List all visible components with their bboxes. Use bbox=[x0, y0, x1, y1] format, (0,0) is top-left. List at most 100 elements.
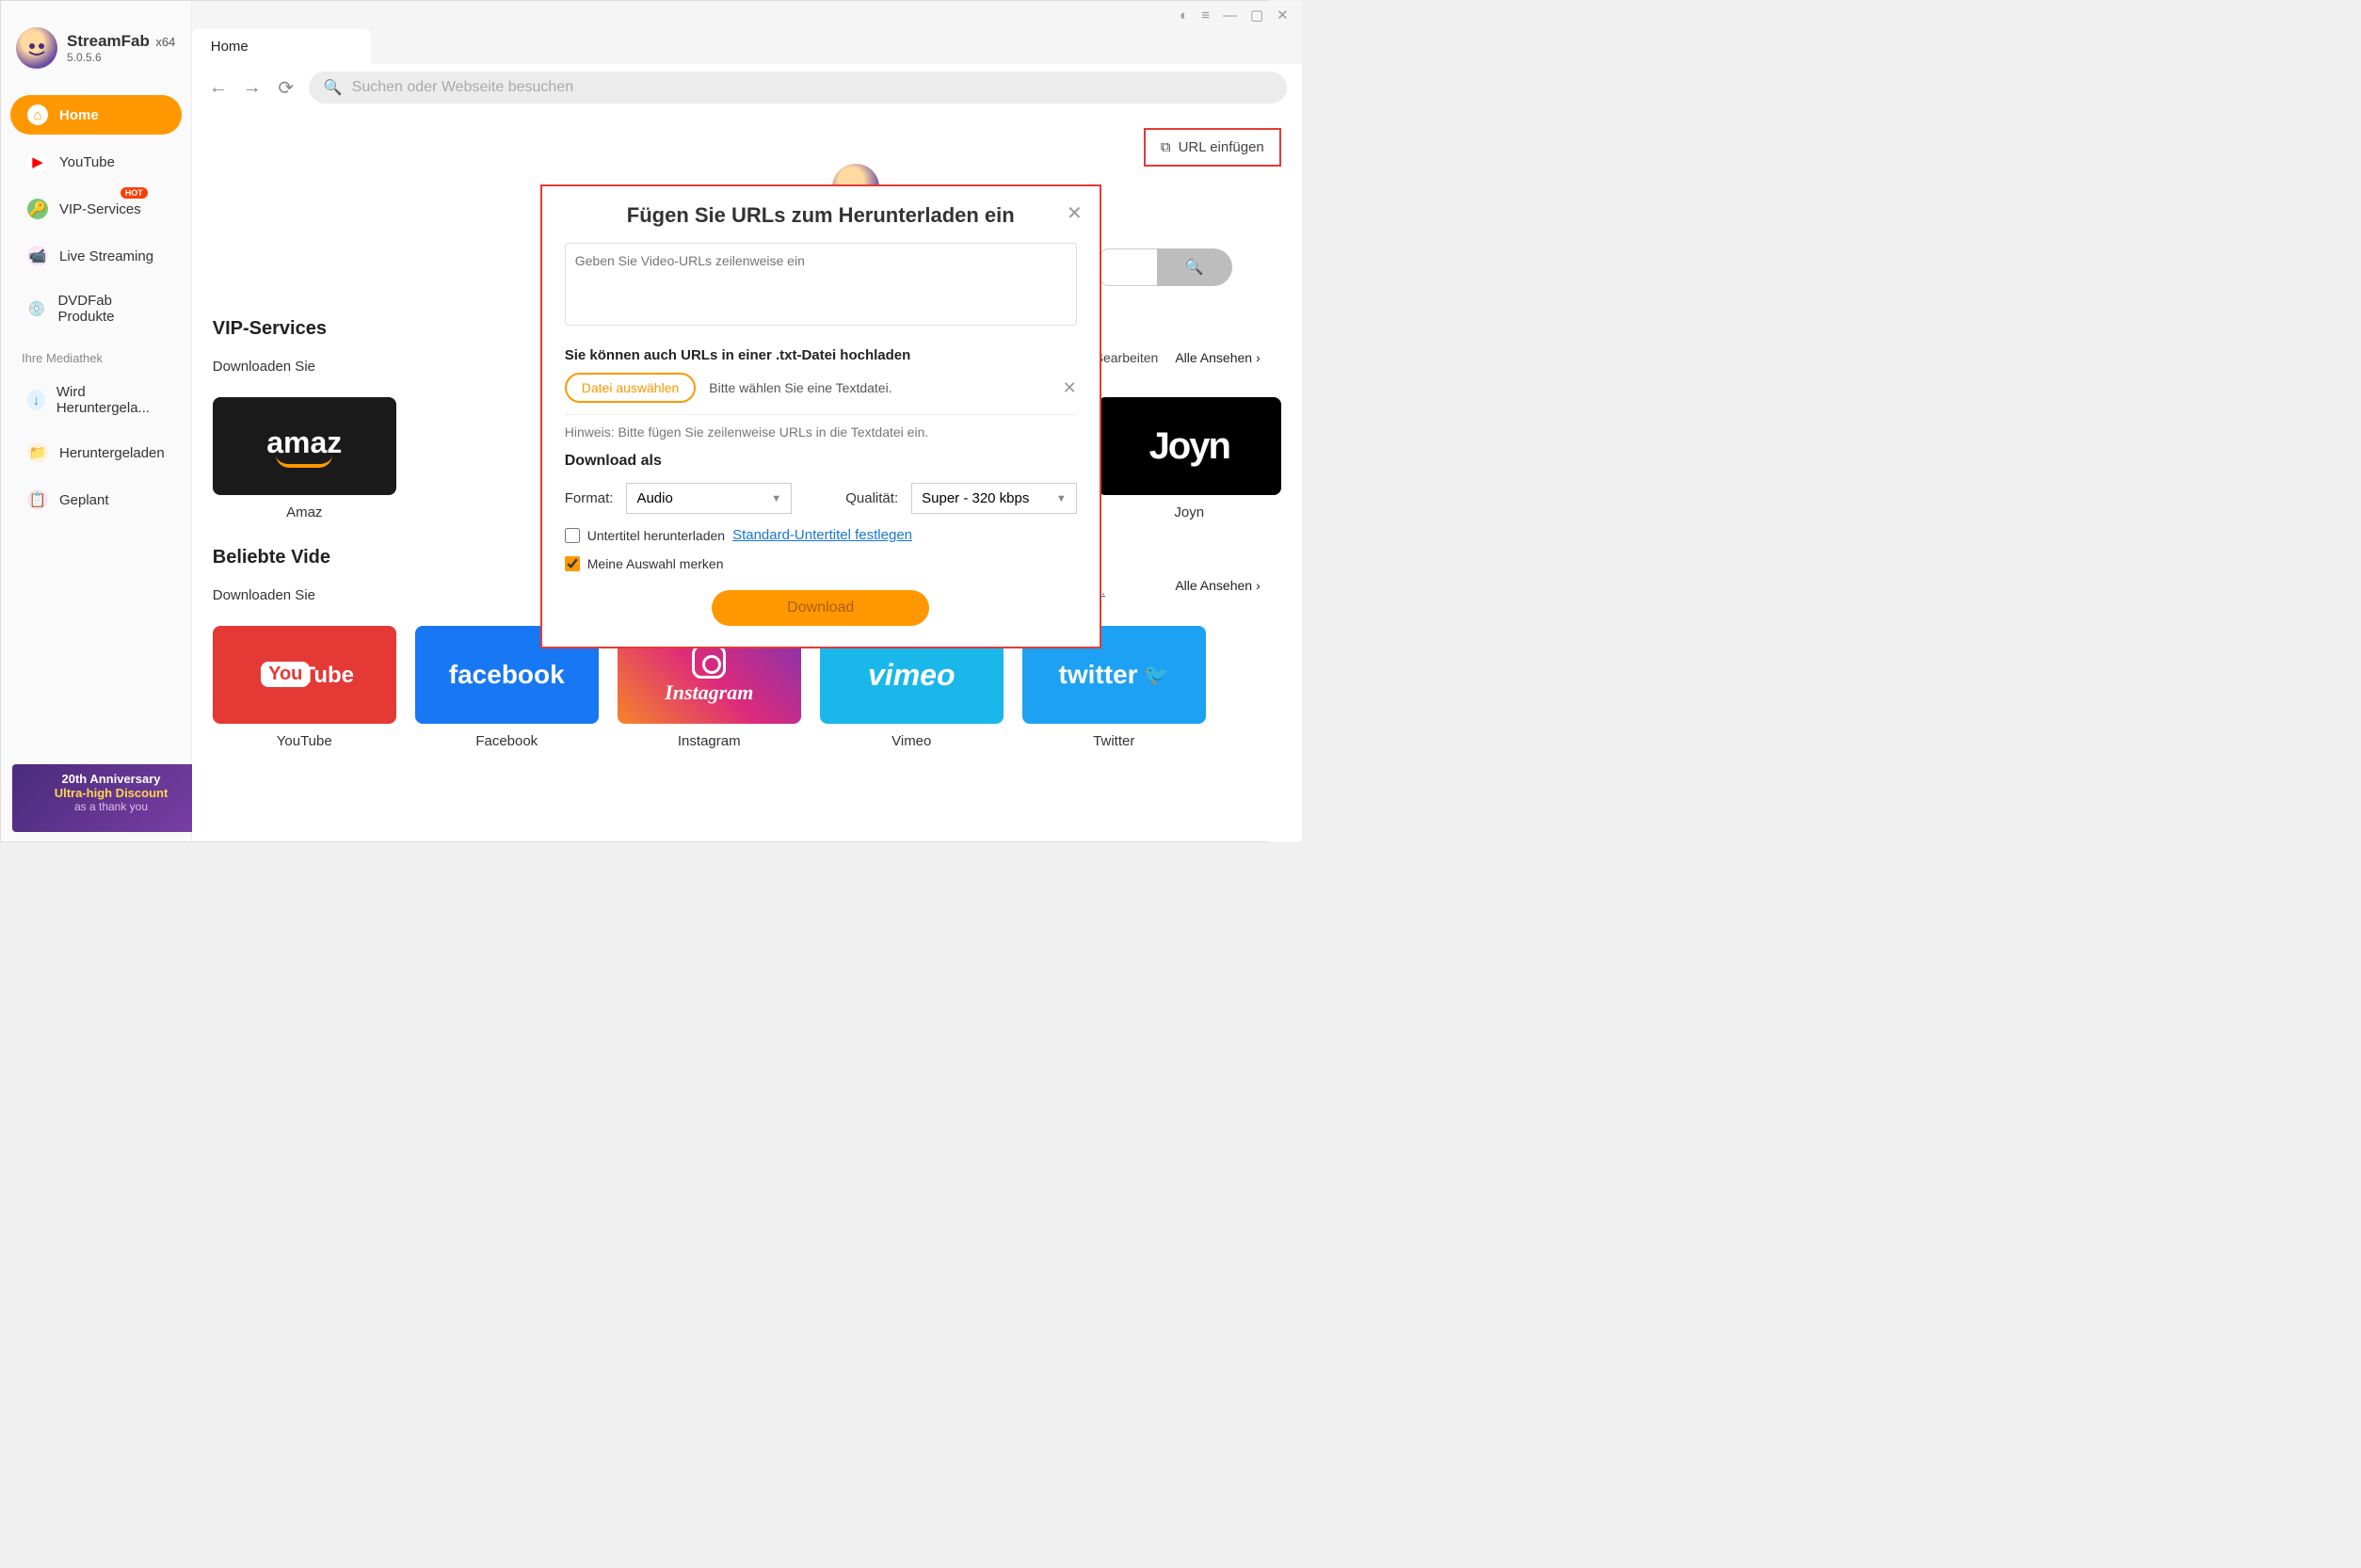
choose-file-button[interactable]: Datei auswählen bbox=[565, 373, 697, 403]
vip-section-sub: Downloaden Sie bbox=[213, 359, 315, 375]
sidebar-item-home[interactable]: ⌂ Home bbox=[10, 95, 182, 135]
promo-line-2: Ultra-high Discount bbox=[20, 786, 202, 800]
browser-toolbar: ← → ⟳ 🔍 Suchen oder Webseite besuchen bbox=[192, 64, 1302, 111]
quality-select[interactable]: Super - 320 kbps▼ bbox=[911, 483, 1077, 514]
format-row: Format: Audio▼ Qualität: Super - 320 kbp… bbox=[565, 483, 1077, 514]
remember-checkbox[interactable] bbox=[565, 556, 580, 571]
remember-label: Meine Auswahl merken bbox=[587, 556, 724, 571]
file-hint: Bitte wählen Sie eine Textdatei. bbox=[709, 380, 891, 395]
upload-label: Sie können auch URLs in einer .txt-Datei… bbox=[565, 347, 1077, 363]
sidebar-item-vip[interactable]: 🔑 VIP-Services HOT bbox=[10, 189, 182, 229]
main-area: ◐ ≡ — ▢ ✕ Home ← → ⟳ 🔍 Suchen oder Webse… bbox=[192, 1, 1302, 841]
partial-search-widget: 🔍 bbox=[1100, 248, 1232, 286]
close-icon[interactable]: ✕ bbox=[1067, 201, 1083, 225]
sidebar-item-label: Heruntergeladen bbox=[59, 445, 165, 461]
tab-bar: Home bbox=[192, 29, 1302, 64]
url-input[interactable] bbox=[565, 243, 1077, 326]
sidebar-item-planned[interactable]: 📋 Geplant bbox=[10, 480, 182, 520]
chevron-right-icon: › bbox=[1256, 578, 1261, 593]
calendar-icon: 📋 bbox=[27, 489, 48, 510]
theme-icon[interactable]: ◐ bbox=[1180, 8, 1188, 24]
sidebar-item-downloaded[interactable]: 📁 Heruntergeladen bbox=[10, 433, 182, 472]
modal-title: Fügen Sie URLs zum Herunterladen ein bbox=[565, 203, 1077, 228]
sidebar-item-downloading[interactable]: ↓ Wird Heruntergela... bbox=[10, 375, 182, 425]
brand-version: 5.0.5.6 bbox=[67, 51, 175, 64]
sidebar-item-label: DVDFab Produkte bbox=[57, 293, 164, 325]
card-label: YouTube bbox=[277, 733, 332, 749]
card-label: Amaz bbox=[286, 504, 322, 520]
library-header: Ihre Mediathek bbox=[1, 338, 191, 371]
view-all-button[interactable]: Alle Ansehen › bbox=[1175, 578, 1260, 593]
hot-badge: HOT bbox=[120, 187, 148, 199]
card-label: Instagram bbox=[678, 733, 741, 749]
brand-arch: x64 bbox=[155, 35, 175, 49]
search-icon: 🔍 bbox=[1185, 258, 1204, 277]
forward-icon[interactable]: → bbox=[241, 77, 264, 99]
camera-icon: 📹 bbox=[27, 246, 48, 266]
quality-label: Qualität: bbox=[845, 490, 898, 506]
chevron-right-icon: › bbox=[1256, 350, 1261, 365]
sidebar-item-label: Wird Heruntergela... bbox=[56, 384, 165, 416]
maximize-icon[interactable]: ▢ bbox=[1250, 7, 1263, 24]
youtube-icon: ▶ bbox=[27, 152, 48, 172]
url-paste-button[interactable]: ⧉ URL einfügen bbox=[1144, 128, 1281, 167]
brand-name: StreamFab bbox=[67, 32, 150, 50]
sidebar-item-label: Home bbox=[59, 107, 99, 123]
download-as-label: Download als bbox=[565, 453, 1077, 470]
app-window: StreamFab x64 5.0.5.6 ⌂ Home ▶ YouTube 🔑… bbox=[0, 0, 1269, 842]
dvd-icon: 💿 bbox=[27, 298, 46, 319]
sidebar-item-label: YouTube bbox=[59, 154, 115, 170]
card-label: Facebook bbox=[475, 733, 538, 749]
reload-icon[interactable]: ⟳ bbox=[275, 76, 297, 100]
format-select[interactable]: Audio▼ bbox=[626, 483, 792, 514]
subtitle-settings-link[interactable]: Standard-Untertitel festlegen bbox=[732, 527, 912, 543]
popular-section-sub-prefix: Downloaden Sie bbox=[213, 587, 315, 603]
promo-banner[interactable]: ✕ 20th Anniversary Ultra-high Discount a… bbox=[12, 764, 210, 832]
address-placeholder: Suchen oder Webseite besuchen bbox=[352, 79, 573, 96]
view-all-button[interactable]: Alle Ansehen › bbox=[1175, 350, 1260, 365]
tab-label: Home bbox=[211, 39, 249, 55]
back-icon[interactable]: ← bbox=[207, 77, 230, 99]
download-button[interactable]: Download bbox=[712, 590, 929, 626]
tab-home[interactable]: Home bbox=[192, 29, 371, 64]
partial-search-button[interactable]: 🔍 bbox=[1157, 248, 1232, 286]
close-window-icon[interactable]: ✕ bbox=[1277, 7, 1289, 24]
menu-icon[interactable]: ≡ bbox=[1201, 8, 1210, 24]
clear-file-icon[interactable]: ✕ bbox=[1063, 378, 1077, 398]
card-label: Vimeo bbox=[891, 733, 931, 749]
promo-line-3: as a thank you bbox=[20, 800, 202, 813]
amazon-tile: amaz bbox=[213, 397, 396, 495]
sidebar: StreamFab x64 5.0.5.6 ⌂ Home ▶ YouTube 🔑… bbox=[1, 1, 192, 841]
file-row: Datei auswählen Bitte wählen Sie eine Te… bbox=[565, 373, 1077, 415]
sidebar-item-youtube[interactable]: ▶ YouTube bbox=[10, 142, 182, 182]
key-icon: 🔑 bbox=[27, 199, 48, 219]
chevron-down-icon: ▼ bbox=[1056, 493, 1067, 504]
window-controls: ◐ ≡ — ▢ ✕ bbox=[192, 1, 1302, 29]
sidebar-item-label: VIP-Services bbox=[59, 201, 141, 217]
joyn-tile: Joyn bbox=[1098, 397, 1281, 495]
subtitle-checkbox[interactable] bbox=[565, 528, 580, 543]
partial-search-input[interactable] bbox=[1100, 248, 1157, 286]
logo-block: StreamFab x64 5.0.5.6 bbox=[1, 10, 191, 91]
service-card-amazon[interactable]: amaz Amaz bbox=[213, 397, 396, 520]
sidebar-item-dvdfab[interactable]: 💿 DVDFab Produkte bbox=[10, 283, 182, 334]
sidebar-item-live[interactable]: 📹 Live Streaming bbox=[10, 236, 182, 276]
address-bar[interactable]: 🔍 Suchen oder Webseite besuchen bbox=[309, 72, 1287, 104]
promo-line-1: 20th Anniversary bbox=[20, 772, 202, 786]
card-label: Joyn bbox=[1174, 504, 1204, 520]
folder-icon: 📁 bbox=[27, 442, 48, 463]
remember-row: Meine Auswahl merken bbox=[565, 556, 1077, 571]
app-logo-icon bbox=[16, 27, 57, 69]
url-paste-label: URL einfügen bbox=[1179, 139, 1264, 155]
search-icon: 🔍 bbox=[324, 78, 343, 97]
subtitle-label: Untertitel herunterladen bbox=[587, 528, 725, 543]
chevron-down-icon: ▼ bbox=[771, 493, 781, 504]
service-card-youtube[interactable]: YouTube YouTube bbox=[213, 626, 396, 749]
format-label: Format: bbox=[565, 490, 614, 506]
service-card-joyn[interactable]: Joyn Joyn bbox=[1098, 397, 1281, 520]
minimize-icon[interactable]: — bbox=[1223, 8, 1237, 24]
sidebar-item-label: Geplant bbox=[59, 492, 109, 508]
youtube-tile: YouTube bbox=[213, 626, 396, 724]
paste-icon: ⧉ bbox=[1161, 139, 1171, 155]
logo-text: StreamFab x64 5.0.5.6 bbox=[67, 32, 175, 64]
